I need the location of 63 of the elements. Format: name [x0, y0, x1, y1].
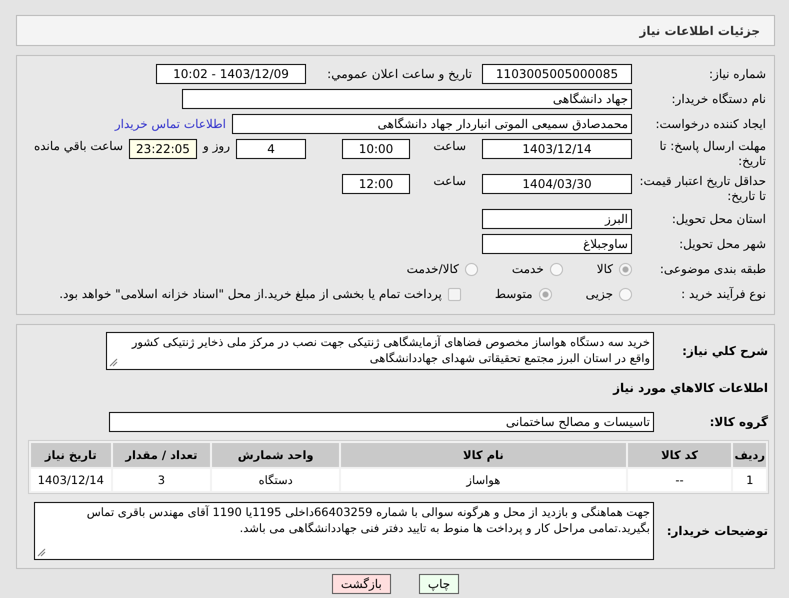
radio-label: خدمت: [512, 262, 544, 276]
field-label: شماره نیاز:: [708, 66, 766, 82]
field-label: حداقل تاریخ اعتبار قیمت: تا تاریخ:: [638, 174, 766, 204]
field-label: شرح کلي نیاز:: [681, 344, 768, 358]
print-button[interactable]: چاپ: [418, 574, 460, 594]
section-title: اطلاعات کالاهاي مورد نیاز: [613, 380, 768, 396]
field-label: ایجاد کننده درخواست:: [654, 116, 766, 132]
time-field: 12:00: [342, 174, 410, 194]
radio-button[interactable]: [464, 262, 478, 276]
field-label: ساعت: [432, 174, 466, 189]
table-cell: 1403/12/14: [31, 469, 111, 491]
table-cell: --: [628, 469, 732, 491]
need-number-field: 1103005005000085: [482, 64, 632, 84]
goods-group-field: تاسیسات و مصالح ساختمانی: [109, 412, 654, 432]
date-field: 1404/03/30: [482, 174, 632, 194]
table-cell: 3: [112, 469, 210, 491]
table-cell: دستگاه: [212, 469, 340, 491]
announce-date-field: 1403/12/09 - 10:02: [156, 64, 306, 84]
column-header: نام کالا: [341, 443, 626, 467]
column-header: واحد شمارش: [212, 443, 340, 467]
field-label: مهلت ارسال پاسخ: تا تاریخ:: [658, 139, 766, 169]
payment-note: پرداخت تمام یا بخشی از مبلغ خرید.از محل "اسناد خزانه اسلامی" خواهد بود.: [59, 287, 442, 301]
page-title: جزئیات اطلاعات نیاز: [16, 15, 775, 46]
radio-label: متوسط: [494, 287, 533, 301]
days-field: 4: [236, 139, 306, 159]
field-label: نام دستگاه خریدار:: [670, 92, 766, 106]
field-label: تاریخ و ساعت اعلان عمومي:: [326, 66, 472, 82]
buyer-notes-textarea[interactable]: جهت هماهنگی و بازدید از محل و هرگونه سوالی با شماره 66403259داخلی 1195یا 1190 آقای مهندس باقری تماس بگیرید.تمامی مراحل کار و پرداخت ها منوط به تایید دفتر فنی جهاددانشگاهی می باشد.: [34, 502, 654, 560]
resize-grip-icon[interactable]: [109, 358, 118, 367]
column-header: ردیف: [733, 443, 766, 467]
field-label: گروه کالا:: [708, 414, 768, 430]
radio-button[interactable]: [538, 288, 552, 300]
checkbox[interactable]: [448, 288, 461, 300]
field-label: شهر محل تحویل:: [678, 236, 766, 252]
radio-label: کالا: [596, 262, 613, 276]
city-field: ساوجبلاغ: [482, 234, 632, 254]
field-label: ساعت باقي مانده: [34, 139, 123, 154]
radio-button[interactable]: [619, 262, 632, 276]
column-header: تاریخ نیاز: [31, 443, 111, 467]
buyer-contact-link[interactable]: اطلاعات تماس خریدار: [114, 117, 226, 131]
field-label: ساعت: [432, 139, 466, 154]
table-cell: 1: [733, 469, 766, 491]
time-field: 10:00: [342, 139, 410, 159]
radio-button[interactable]: [619, 288, 632, 300]
table-cell: هواساز: [341, 469, 626, 491]
column-header: تعداد / مقدار: [112, 443, 210, 467]
field-label: روز و: [203, 139, 230, 154]
requester-field: محمدصادق سمیعی الموتی انباردار جهاد دانشگاهی: [232, 114, 632, 134]
radio-label: جزیی: [586, 287, 613, 301]
remaining-time-field: 23:22:05: [129, 139, 197, 159]
date-field: 1403/12/14: [482, 139, 632, 159]
field-label: نوع فرآیند خرید :: [680, 286, 766, 302]
province-field: البرز: [482, 209, 632, 229]
radio-button[interactable]: [550, 262, 563, 276]
resize-grip-icon[interactable]: [37, 548, 46, 557]
field-label: طبقه بندی موضوعی:: [658, 262, 766, 276]
field-label: توضیحات خریدار:: [666, 524, 768, 538]
field-label: استان محل تحویل:: [670, 212, 766, 226]
description-textarea[interactable]: خرید سه دستگاه هواساز مخصوص فضاهای آزمایشگاهی ژنتیکی جهت نصب در مرکز ملی ذخایر ژنتیکی کشور واقع در استان البرز مجتمع تحقیقاتی شهدای جهاددانشگاهی: [106, 332, 654, 370]
back-button[interactable]: بازگشت: [332, 574, 391, 594]
column-header: کد کالا: [628, 443, 732, 467]
buyer-field: جهاد دانشگاهی: [182, 89, 632, 109]
radio-label: کالا/خدمت: [406, 262, 459, 276]
